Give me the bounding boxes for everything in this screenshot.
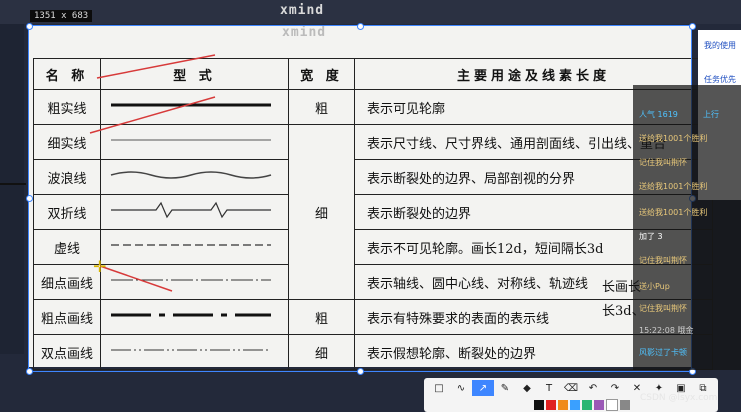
color-swatch[interactable] [546,400,556,410]
chat-message: 记住我叫荆怀 [639,304,687,313]
resize-handle-tr[interactable] [689,23,696,30]
chat-message: 送给我1001个胜利 [639,208,708,217]
chat-stats: 人气 1619 [639,110,678,119]
chat-message: 记住我叫荆怀 [639,158,687,167]
marker-tool-icon[interactable]: ◆ [516,380,538,396]
chat-message: 送小Pup [639,282,670,291]
color-swatch[interactable] [570,400,580,410]
chat-message: 送给我1001个胜利 [639,134,708,143]
chat-message: 加了 3 [639,232,663,241]
color-swatch[interactable] [534,400,544,410]
watermark-credit: CSDN @lsyx.com [640,393,718,403]
pen-tool-icon[interactable]: ✎ [494,380,516,396]
resize-handle-ml[interactable] [26,195,33,202]
color-swatch[interactable] [582,400,592,410]
color-swatch[interactable] [594,400,604,410]
right-panel-item[interactable]: 我的使用 [704,40,736,51]
chat-message: 送给我1001个胜利 [639,182,708,191]
chat-stats-2: 上行 [703,110,719,119]
curve-tool-icon[interactable]: ∿ [450,380,472,396]
text-tool-icon[interactable]: T [538,380,560,396]
arrow-tool-icon[interactable]: ↗ [472,380,494,396]
resize-handle-bl[interactable] [26,368,33,375]
color-swatch[interactable] [606,399,618,411]
redo-icon[interactable]: ↷ [604,380,626,396]
color-swatch[interactable] [620,400,630,410]
capture-selection-box[interactable] [28,25,692,372]
live-chat-overlay: 人气 1619 上行 送给我1001个胜利 记住我叫荆怀 送给我1001个胜利 … [633,85,741,370]
eraser-tool-icon[interactable]: ⌫ [560,380,582,396]
chat-message: 15:22:08 哦金 [639,326,694,335]
resize-handle-tm[interactable] [357,23,364,30]
toolbar-colors-row [534,399,632,411]
resize-handle-tl[interactable] [26,23,33,30]
rectangle-tool-icon[interactable]: □ [428,380,450,396]
resize-handle-bm[interactable] [357,368,364,375]
chat-message: 记住我叫荆怀 [639,256,687,265]
color-swatch[interactable] [558,400,568,410]
undo-icon[interactable]: ↶ [582,380,604,396]
right-panel-item[interactable]: 任务优先 [704,74,736,85]
chat-message: 风影过了卡顿 [639,348,687,357]
